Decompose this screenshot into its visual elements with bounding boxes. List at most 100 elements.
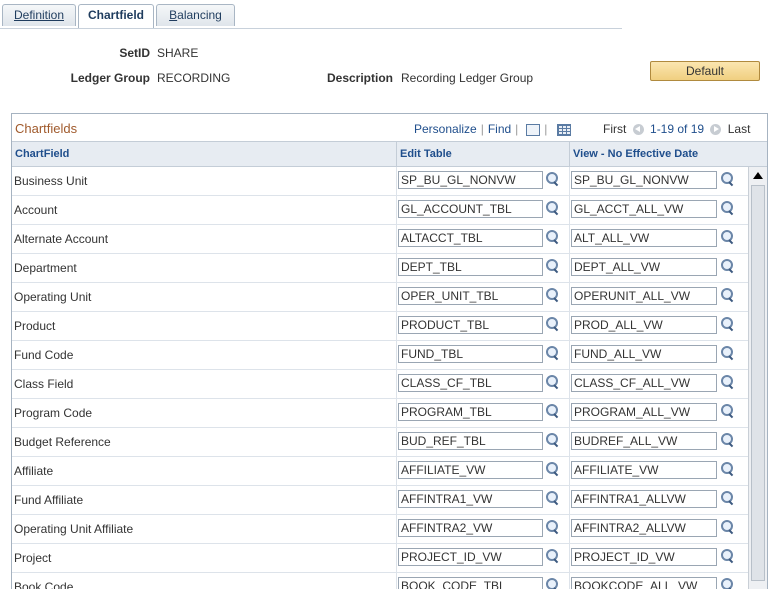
view-no-effective-date-input[interactable] bbox=[571, 374, 717, 392]
magnifier-lookup-icon[interactable] bbox=[545, 404, 559, 418]
magnifier-lookup-icon[interactable] bbox=[545, 491, 559, 505]
view-no-effective-date-input[interactable] bbox=[571, 519, 717, 537]
magnifier-lookup-icon[interactable] bbox=[545, 549, 559, 563]
view-cell bbox=[569, 196, 749, 224]
edit-table-cell bbox=[396, 370, 570, 398]
view-no-effective-date-input[interactable] bbox=[571, 548, 717, 566]
edit-table-input[interactable] bbox=[398, 316, 543, 334]
find-link[interactable]: Find bbox=[488, 122, 511, 136]
first-label[interactable]: First bbox=[603, 122, 626, 136]
magnifier-lookup-icon[interactable] bbox=[545, 317, 559, 331]
edit-table-input[interactable] bbox=[398, 374, 543, 392]
magnifier-lookup-icon[interactable] bbox=[720, 346, 734, 360]
view-no-effective-date-input[interactable] bbox=[571, 577, 717, 589]
chartfield-name: Department bbox=[14, 261, 77, 275]
edit-table-input[interactable] bbox=[398, 548, 543, 566]
magnifier-lookup-icon[interactable] bbox=[545, 172, 559, 186]
magnifier-lookup-icon[interactable] bbox=[720, 288, 734, 302]
magnifier-lookup-icon[interactable] bbox=[545, 230, 559, 244]
magnifier-lookup-icon[interactable] bbox=[720, 259, 734, 273]
scrollbar-thumb[interactable] bbox=[751, 185, 765, 581]
tab-definition[interactable]: Definition bbox=[2, 4, 76, 26]
edit-table-input[interactable] bbox=[398, 345, 543, 363]
chartfield-name: Book Code bbox=[14, 580, 74, 589]
column-header-view[interactable]: View - No Effective Date bbox=[569, 142, 748, 166]
chartfield-name: Business Unit bbox=[14, 174, 88, 188]
magnifier-lookup-icon[interactable] bbox=[720, 491, 734, 505]
view-no-effective-date-input[interactable] bbox=[571, 200, 717, 218]
edit-table-input[interactable] bbox=[398, 403, 543, 421]
edit-table-input[interactable] bbox=[398, 519, 543, 537]
magnifier-lookup-icon[interactable] bbox=[545, 201, 559, 215]
view-cell bbox=[569, 341, 749, 369]
magnifier-lookup-icon[interactable] bbox=[720, 375, 734, 389]
view-cell bbox=[569, 486, 749, 514]
view-no-effective-date-input[interactable] bbox=[571, 229, 717, 247]
view-no-effective-date-input[interactable] bbox=[571, 461, 717, 479]
column-header-chartfield[interactable]: ChartField bbox=[12, 142, 396, 166]
view-cell bbox=[569, 254, 749, 282]
edit-table-cell bbox=[396, 196, 570, 224]
edit-table-input[interactable] bbox=[398, 229, 543, 247]
chartfield-name: Project bbox=[14, 551, 52, 565]
previous-arrow-icon[interactable] bbox=[632, 124, 644, 136]
magnifier-lookup-icon[interactable] bbox=[545, 578, 559, 589]
chartfield-name: Program Code bbox=[14, 406, 93, 420]
edit-table-input[interactable] bbox=[398, 258, 543, 276]
view-cell bbox=[569, 457, 749, 485]
scroll-up-icon[interactable] bbox=[751, 170, 765, 182]
magnifier-lookup-icon[interactable] bbox=[545, 288, 559, 302]
edit-table-input[interactable] bbox=[398, 171, 543, 189]
view-no-effective-date-input[interactable] bbox=[571, 432, 717, 450]
magnifier-lookup-icon[interactable] bbox=[720, 172, 734, 186]
view-no-effective-date-input[interactable] bbox=[571, 403, 717, 421]
edit-table-input[interactable] bbox=[398, 461, 543, 479]
edit-table-input[interactable] bbox=[398, 200, 543, 218]
magnifier-lookup-icon[interactable] bbox=[720, 317, 734, 331]
ledger-group-value: RECORDING bbox=[157, 71, 231, 85]
magnifier-lookup-icon[interactable] bbox=[545, 259, 559, 273]
tab-chartfield[interactable]: Chartfield bbox=[78, 4, 154, 28]
personalize-link[interactable]: Personalize bbox=[414, 122, 477, 136]
default-button[interactable]: Default bbox=[650, 61, 760, 81]
chartfield-name: Operating Unit Affiliate bbox=[14, 522, 134, 536]
edit-table-input[interactable] bbox=[398, 287, 543, 305]
edit-table-input[interactable] bbox=[398, 577, 543, 589]
magnifier-lookup-icon[interactable] bbox=[720, 230, 734, 244]
magnifier-lookup-icon[interactable] bbox=[720, 578, 734, 589]
view-no-effective-date-input[interactable] bbox=[571, 171, 717, 189]
magnifier-lookup-icon[interactable] bbox=[545, 462, 559, 476]
download-grid-icon[interactable] bbox=[557, 123, 572, 136]
edit-table-input[interactable] bbox=[398, 490, 543, 508]
next-arrow-icon[interactable] bbox=[710, 124, 722, 136]
edit-table-input[interactable] bbox=[398, 432, 543, 450]
view-no-effective-date-input[interactable] bbox=[571, 258, 717, 276]
view-no-effective-date-input[interactable] bbox=[571, 287, 717, 305]
magnifier-lookup-icon[interactable] bbox=[720, 462, 734, 476]
chartfield-name: Product bbox=[14, 319, 56, 333]
magnifier-lookup-icon[interactable] bbox=[720, 520, 734, 534]
chartfields-grid: Chartfields Personalize | Find | | First 1-1… bbox=[11, 113, 768, 589]
magnifier-lookup-icon[interactable] bbox=[545, 433, 559, 447]
magnifier-lookup-icon[interactable] bbox=[720, 433, 734, 447]
edit-table-cell bbox=[396, 399, 570, 427]
table-row: Department bbox=[12, 254, 748, 283]
column-header-edit-table[interactable]: Edit Table bbox=[396, 142, 569, 166]
edit-table-cell bbox=[396, 573, 570, 589]
magnifier-lookup-icon[interactable] bbox=[545, 375, 559, 389]
chartfield-name: Fund Affiliate bbox=[14, 493, 84, 507]
edit-table-cell bbox=[396, 428, 570, 456]
view-no-effective-date-input[interactable] bbox=[571, 345, 717, 363]
magnifier-lookup-icon[interactable] bbox=[545, 520, 559, 534]
grid-scrollbar[interactable] bbox=[748, 167, 767, 589]
magnifier-lookup-icon[interactable] bbox=[720, 404, 734, 418]
magnifier-lookup-icon[interactable] bbox=[720, 549, 734, 563]
view-no-effective-date-input[interactable] bbox=[571, 490, 717, 508]
tab-balancing[interactable]: Balancing bbox=[156, 4, 235, 26]
view-all-icon[interactable] bbox=[526, 123, 541, 136]
last-label[interactable]: Last bbox=[728, 122, 751, 136]
magnifier-lookup-icon[interactable] bbox=[545, 346, 559, 360]
view-no-effective-date-input[interactable] bbox=[571, 316, 717, 334]
view-cell bbox=[569, 428, 749, 456]
magnifier-lookup-icon[interactable] bbox=[720, 201, 734, 215]
